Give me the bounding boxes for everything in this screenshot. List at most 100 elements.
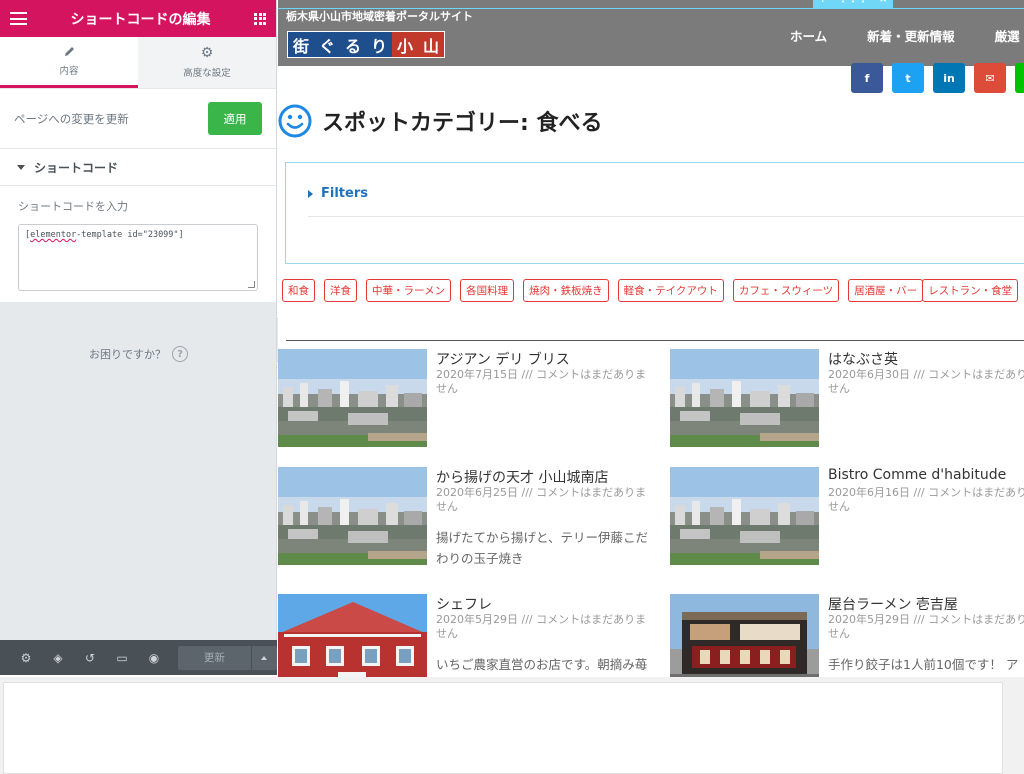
help-label: お困りですか？ — [89, 348, 166, 361]
logo-char: 山 — [418, 32, 444, 57]
spot-thumbnail[interactable] — [670, 349, 819, 447]
tab-content[interactable]: 内容 — [0, 37, 138, 88]
shortcode-field-label: ショートコードを入力 — [18, 200, 128, 213]
caret-up-icon — [261, 655, 268, 660]
filters-box: Filters — [285, 162, 1024, 264]
share-buttons: f t in ✉ L — [851, 63, 1024, 93]
spot-title[interactable]: はなぶさ英 — [828, 349, 898, 369]
spot-excerpt: いちご農家直営のお店です。朝摘み苺がフレッシュなスイーツ — [436, 657, 648, 672]
shortcode-word: elementor — [30, 230, 77, 240]
responsive-icon[interactable]: ▭ — [106, 651, 138, 665]
spot-thumbnail[interactable] — [278, 467, 427, 565]
spot-card[interactable]: はなぶさ英 2020年6月30日 /// コメントはまだありません — [670, 349, 1024, 459]
filters-toggle[interactable]: Filters — [308, 186, 368, 201]
hamburger-menu-icon[interactable] — [10, 12, 27, 25]
shortcode-section-body: ショートコードを入力 [elementor-template id="23099… — [0, 185, 276, 302]
spot-card[interactable]: アジアン デリ ブリス 2020年7月15日 /// コメントはまだありません — [278, 349, 658, 459]
update-row: ページへの変更を更新 適用 — [0, 88, 276, 148]
site-logo[interactable]: 街 ぐ る り 小 山 — [287, 31, 445, 58]
category-tag[interactable]: カフェ・スウィーツ — [732, 279, 840, 302]
tags-divider — [286, 340, 1024, 341]
nav-selected[interactable]: 厳選 — [995, 26, 1020, 45]
panel-header: ショートコードの編集 — [0, 0, 276, 37]
drag-section-icon[interactable]: ⋮⋮⋮ — [838, 0, 868, 5]
twitter-icon[interactable]: t — [892, 63, 924, 93]
category-tag[interactable]: 和食 — [282, 279, 315, 302]
spot-excerpt: 揚げたてから揚げと、テリー伊藤こだわりの玉子焼き — [436, 530, 649, 566]
preview-frame: + ⋮⋮⋮ × 栃木県小山市地域密着ポータルサイト 街 ぐ る り 小 山 ホー… — [278, 0, 1024, 677]
footer-update-button[interactable]: 更新 — [178, 645, 251, 670]
spot-meta: 2020年6月25日 /// コメントはまだありません — [436, 486, 647, 513]
spot-title[interactable]: シェフレ — [436, 594, 492, 614]
app-root: ショートコードの編集 内容 ⚙ 高度な設定 ページへの変更を更新 適用 ショート… — [0, 0, 1024, 774]
email-icon[interactable]: ✉ — [974, 63, 1006, 93]
site-tagline: 栃木県小山市地域密着ポータルサイト — [286, 10, 473, 23]
spot-meta: 2020年6月30日 /// コメントはまだありません — [828, 368, 1024, 395]
editor-panel: ショートコードの編集 内容 ⚙ 高度な設定 ページへの変更を更新 適用 ショート… — [0, 0, 277, 675]
spot-meta: 2020年5月29日 /// コメントはまだありません — [828, 613, 1024, 640]
spot-title[interactable]: 屋台ラーメン 壱吉屋 — [828, 594, 958, 614]
bottom-panel-area — [0, 677, 1024, 774]
widgets-grid-icon[interactable] — [254, 12, 266, 25]
logo-char: ぐ — [314, 32, 340, 57]
footer-update-options[interactable] — [251, 645, 277, 670]
caret-down-icon — [17, 164, 25, 170]
settings-icon[interactable]: ⚙ — [10, 651, 42, 665]
category-tag[interactable]: 焼肉・鉄板焼き — [523, 279, 609, 302]
apply-button[interactable]: 適用 — [208, 102, 262, 135]
spot-card[interactable]: 屋台ラーメン 壱吉屋 2020年5月29日 /// コメントはまだありません 手… — [670, 594, 1024, 677]
bottom-card — [3, 682, 1003, 774]
logo-char: る — [340, 32, 366, 57]
spot-card[interactable]: から揚げの天才 小山城南店 2020年6月25日 /// コメントはまだありませ… — [278, 467, 658, 577]
spot-meta: 2020年5月29日 /// コメントはまだありません — [436, 613, 647, 640]
spot-title[interactable]: Bistro Comme d'habitude — [828, 467, 1006, 483]
caret-right-icon — [308, 189, 313, 198]
page-title-row: スポットカテゴリー: 食べる — [278, 104, 602, 138]
delete-section-icon[interactable]: × — [879, 0, 887, 5]
nav-news[interactable]: 新着・更新情報 — [867, 26, 955, 45]
preview-eye-icon[interactable]: ◉ — [138, 651, 170, 665]
category-tag[interactable]: 軽食・テイクアウト — [617, 279, 724, 302]
resize-handle[interactable] — [248, 281, 255, 288]
layers-icon[interactable]: ◈ — [42, 651, 74, 665]
spot-title[interactable]: から揚げの天才 小山城南店 — [436, 467, 608, 487]
nav-home[interactable]: ホーム — [790, 26, 827, 45]
line-icon[interactable]: L — [1015, 63, 1024, 93]
category-tag[interactable]: 居酒屋・バー — [848, 279, 924, 302]
category-tag[interactable]: 洋食 — [324, 279, 357, 302]
shortcode-section-header[interactable]: ショートコード — [0, 148, 276, 185]
spot-card[interactable]: シェフレ 2020年5月29日 /// コメントはまだありません いちご農家直営… — [278, 594, 658, 677]
panel-tabs: 内容 ⚙ 高度な設定 — [0, 37, 276, 88]
category-tag[interactable]: レストラン・食堂 — [922, 279, 1019, 302]
filters-divider — [308, 216, 1024, 217]
filters-label: Filters — [321, 186, 368, 201]
shortcode-textarea[interactable]: [elementor-template id="23099"] — [18, 224, 258, 291]
add-section-icon[interactable]: + — [819, 0, 827, 5]
question-icon: ? — [172, 346, 188, 362]
category-tag[interactable]: 各国料理 — [460, 279, 515, 302]
tab-advanced[interactable]: ⚙ 高度な設定 — [138, 37, 276, 88]
logo-char: 小 — [392, 32, 418, 57]
history-icon[interactable]: ↺ — [74, 651, 106, 665]
spot-thumbnail[interactable] — [278, 349, 427, 447]
shortcode-rest: -template id="23099"] — [76, 230, 184, 240]
spot-card[interactable]: Bistro Comme d'habitude 2020年6月16日 /// コ… — [670, 467, 1024, 577]
tab-content-label: 内容 — [59, 66, 79, 77]
spot-title[interactable]: アジアン デリ ブリス — [436, 349, 570, 369]
linkedin-icon[interactable]: in — [933, 63, 965, 93]
spot-thumbnail[interactable] — [670, 467, 819, 565]
spot-thumbnail[interactable] — [670, 594, 819, 677]
smiley-icon — [278, 104, 312, 138]
spot-thumbnail[interactable] — [278, 594, 427, 677]
section-edit-handle[interactable]: + ⋮⋮⋮ × — [813, 0, 893, 8]
panel-title: ショートコードの編集 — [70, 11, 211, 28]
help-link[interactable]: お困りですか？ ? — [0, 346, 277, 362]
category-tags: 和食 洋食 中華・ラーメン 各国料理 焼肉・鉄板焼き 軽食・テイクアウト カフェ… — [282, 279, 1022, 302]
spot-meta: 2020年7月15日 /// コメントはまだありません — [436, 368, 647, 395]
category-tag[interactable]: 中華・ラーメン — [366, 279, 452, 302]
logo-char: 街 — [288, 32, 314, 57]
facebook-icon[interactable]: f — [851, 63, 883, 93]
pencil-icon — [64, 47, 74, 56]
gear-icon: ⚙ — [200, 45, 214, 61]
update-label: ページへの変更を更新 — [14, 111, 129, 126]
